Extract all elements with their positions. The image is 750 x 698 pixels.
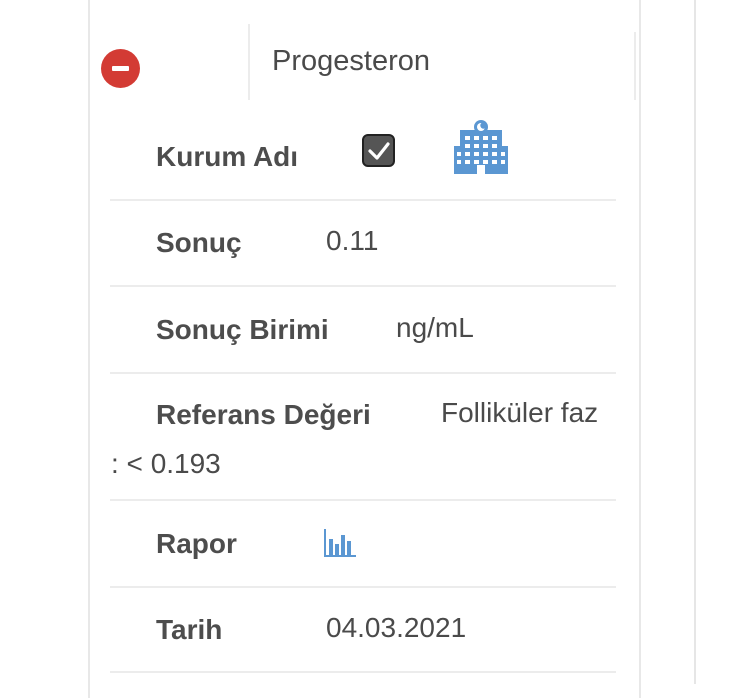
row-divider [110, 285, 616, 287]
row-divider [110, 671, 616, 673]
bar-chart-icon[interactable] [324, 529, 356, 559]
header-divider-left [248, 24, 250, 100]
test-name: Progesteron [272, 45, 430, 77]
page-border-right [694, 0, 696, 684]
row-divider [110, 499, 616, 501]
reference-label: Referans Değeri [156, 399, 371, 430]
row-divider [110, 199, 616, 201]
reference-value-line1: Folliküler faz [441, 397, 599, 428]
unit-label: Sonuç Birimi [156, 314, 329, 345]
row-divider [110, 586, 616, 588]
hospital-icon[interactable] [452, 116, 510, 174]
date-value: 04.03.2021 [326, 612, 467, 643]
result-card [88, 0, 641, 698]
row-divider [110, 372, 616, 374]
date-label: Tarih [156, 614, 223, 645]
institution-checkbox[interactable] [362, 134, 395, 167]
header-divider-right [634, 32, 636, 100]
check-icon [368, 142, 390, 160]
institution-label: Kurum Adı [156, 141, 299, 172]
report-label: Rapor [156, 528, 237, 559]
reference-value-line2: : < 0.193 [111, 448, 221, 479]
remove-button[interactable] [101, 49, 140, 88]
unit-value: ng/mL [396, 312, 474, 343]
result-label: Sonuç [156, 227, 242, 258]
result-value: 0.11 [326, 225, 379, 256]
minus-icon [112, 66, 129, 71]
